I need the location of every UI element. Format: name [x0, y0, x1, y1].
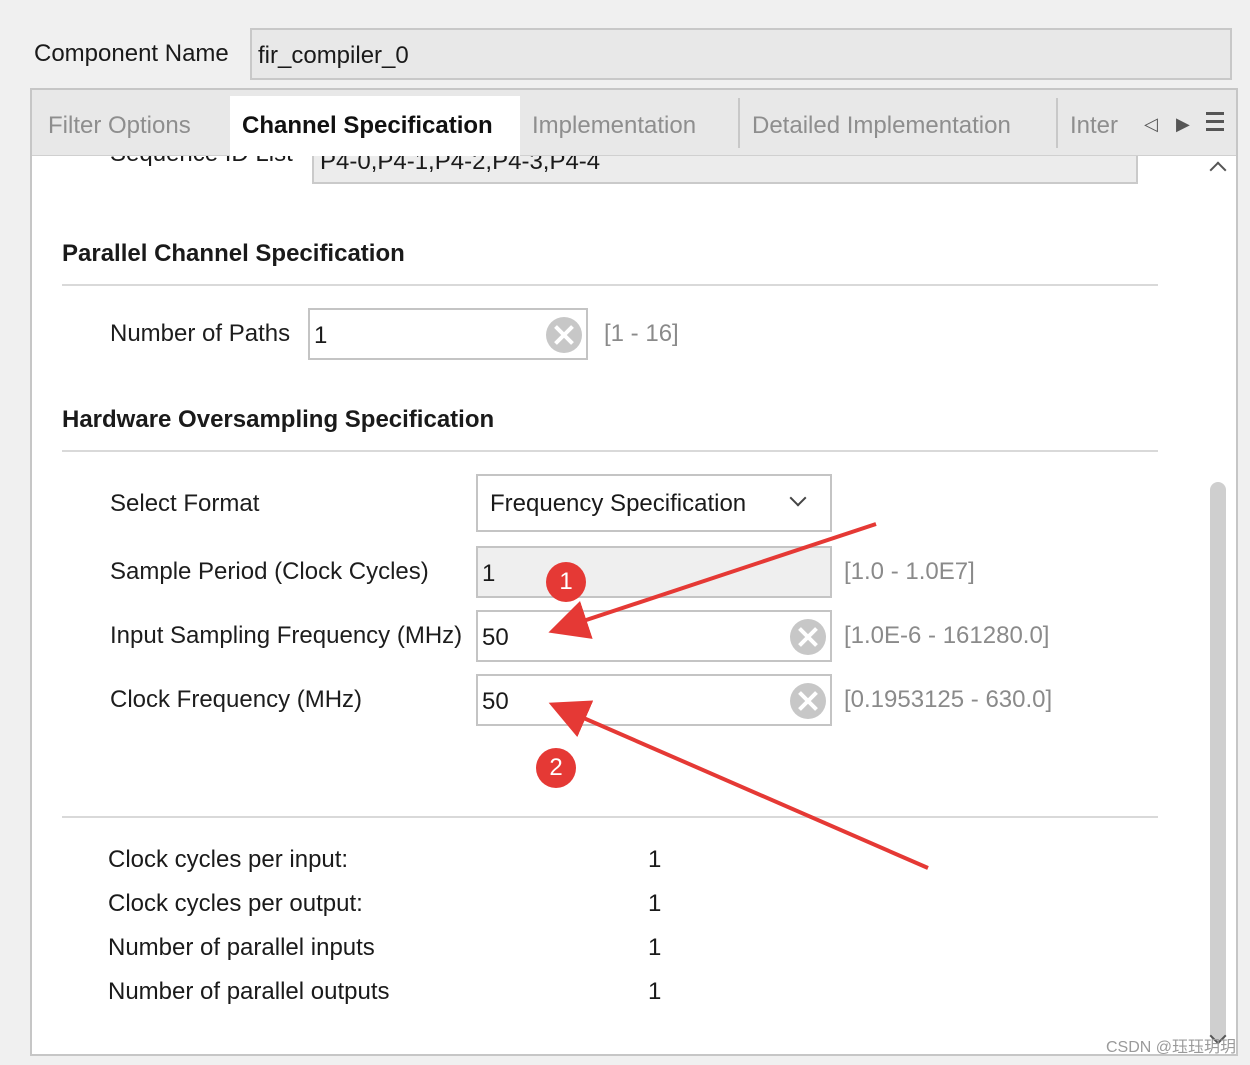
summary-value: 1: [648, 934, 662, 961]
clock-frequency-range: [0.1953125 - 630.0]: [844, 686, 1053, 713]
number-of-paths-input[interactable]: 1: [308, 308, 588, 360]
input-sampling-frequency-input[interactable]: 50: [476, 610, 832, 662]
section-divider: [62, 450, 1158, 452]
sample-period-label: Sample Period (Clock Cycles): [110, 558, 429, 585]
number-of-paths-range: [1 - 16]: [604, 320, 679, 347]
clear-icon[interactable]: [790, 683, 826, 719]
clock-frequency-input[interactable]: 50: [476, 674, 832, 726]
summary-label: Clock cycles per input:: [108, 846, 349, 873]
summary-value: 1: [648, 846, 662, 873]
component-name-label: Component Name: [34, 40, 229, 67]
tab-interface[interactable]: Inter: [1070, 96, 1118, 156]
annotation-badge-2: 2: [536, 748, 576, 788]
triangle-left-icon[interactable]: ◁: [1144, 114, 1158, 135]
input-sampling-frequency-value: 50: [482, 624, 509, 651]
select-format-label: Select Format: [110, 490, 260, 517]
component-name-input[interactable]: fir_compiler_0: [250, 28, 1232, 80]
clear-icon[interactable]: [790, 619, 826, 655]
sample-period-range: [1.0 - 1.0E7]: [844, 558, 975, 585]
number-of-paths-value: 1: [314, 322, 328, 349]
sequence-id-label: Sequence ID List: [110, 156, 293, 168]
summary-label: Number of parallel inputs: [108, 934, 375, 961]
hamburger-menu-icon[interactable]: [1206, 112, 1224, 132]
sequence-id-input[interactable]: P4-0,P4-1,P4-2,P4-3,P4-4: [312, 156, 1138, 184]
tab-implementation[interactable]: Implementation: [532, 96, 696, 156]
select-format-value: Frequency Specification: [490, 490, 747, 517]
scroll-up-icon[interactable]: [1209, 161, 1227, 179]
input-sampling-frequency-label: Input Sampling Frequency (MHz): [110, 622, 463, 649]
component-name-row: Component Name fir_compiler_0: [34, 28, 1232, 80]
summary-label: Number of parallel outputs: [108, 978, 390, 1005]
tab-filter-options[interactable]: Filter Options: [48, 96, 191, 156]
channel-spec-content: Sequence ID List P4-0,P4-1,P4-2,P4-3,P4-…: [32, 156, 1204, 1054]
clear-icon[interactable]: [546, 317, 582, 353]
scroll-thumb[interactable]: [1210, 482, 1226, 1042]
oversampling-section-title: Hardware Oversampling Specification: [62, 406, 495, 433]
clock-frequency-label: Clock Frequency (MHz): [110, 686, 363, 713]
watermark: CSDN @珏珏玥玥: [1105, 1039, 1236, 1056]
summary-value: 1: [648, 890, 662, 917]
summary-label: Clock cycles per output:: [108, 890, 363, 917]
input-sampling-frequency-range: [1.0E-6 - 161280.0]: [844, 622, 1050, 649]
annotation-badge-1: 1: [546, 562, 586, 602]
parallel-section-title: Parallel Channel Specification: [62, 240, 405, 267]
tab-channel-specification[interactable]: Channel Specification: [230, 96, 520, 156]
sample-period-input: 1: [476, 546, 832, 598]
tab-bar: Filter Options Channel Specification Imp…: [32, 90, 1236, 156]
triangle-right-icon[interactable]: ▶: [1176, 114, 1190, 135]
tab-detailed-implementation[interactable]: Detailed Implementation: [752, 96, 1011, 156]
tab-separator: [738, 98, 740, 148]
number-of-paths-label: Number of Paths: [110, 320, 291, 347]
section-divider: [62, 284, 1158, 286]
tab-separator: [1056, 98, 1058, 148]
select-format-dropdown[interactable]: Frequency Specification: [476, 474, 832, 532]
summary-value: 1: [648, 978, 662, 1005]
section-divider: [62, 816, 1158, 818]
clock-frequency-value: 50: [482, 688, 509, 715]
vertical-scrollbar[interactable]: [1204, 156, 1236, 1054]
chevron-down-icon: [789, 489, 807, 507]
config-panel: Filter Options Channel Specification Imp…: [30, 88, 1238, 1056]
